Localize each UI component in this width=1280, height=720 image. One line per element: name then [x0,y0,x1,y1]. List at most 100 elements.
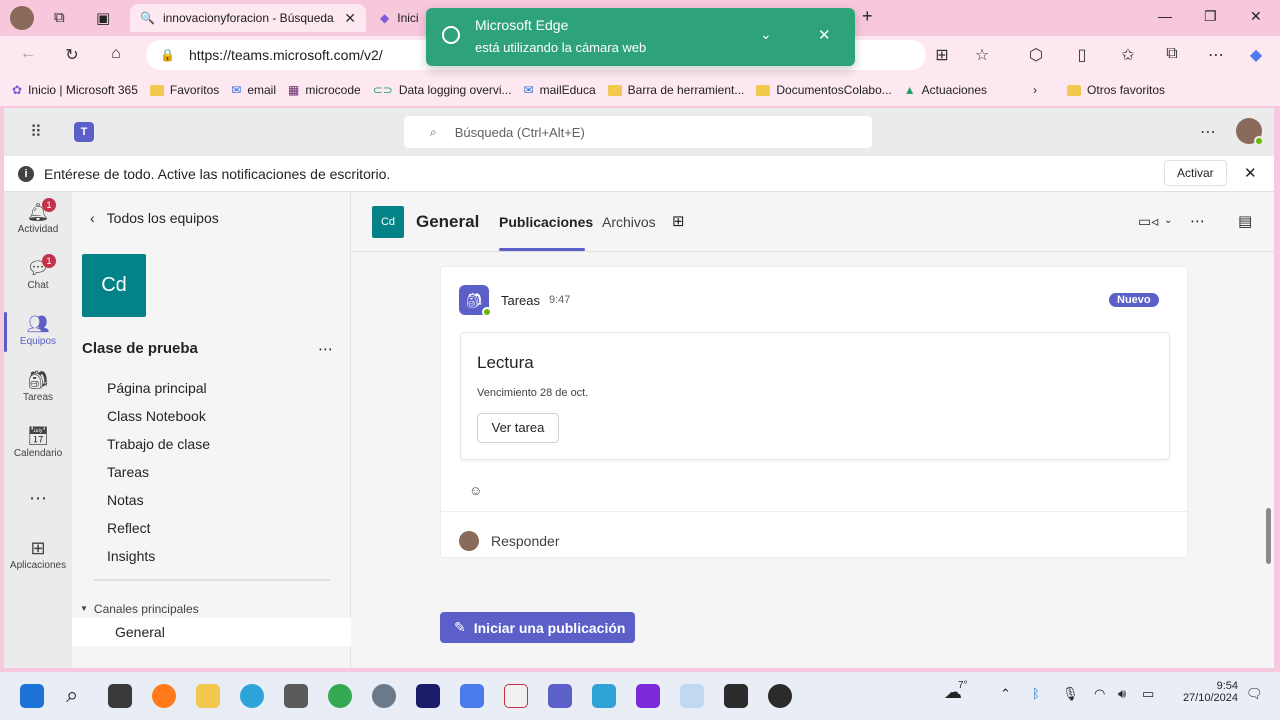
team-item-notas[interactable]: Notas [107,492,144,508]
team-avatar[interactable]: Cd [82,254,146,317]
notifications-icon[interactable]: 🗨︎ [1246,686,1263,702]
workspaces-icon[interactable]: ⧉ [54,9,65,26]
ghost-app-icon[interactable] [680,684,704,708]
favorites-icon[interactable]: ✩ [1118,45,1138,65]
teams-icon[interactable] [548,684,572,708]
close-icon[interactable]: ✕ [818,26,831,44]
chevron-down-icon[interactable]: ⌄ [760,26,772,43]
battery-icon[interactable]: ▭ [1142,686,1154,702]
start-post-button[interactable]: ✎ Iniciar una publicación [440,612,635,643]
app-available-icon[interactable]: ⊞ [932,45,952,65]
bookmark-data-logging[interactable]: ⊂⊃ Data logging overvi... [373,83,512,97]
chevron-right-icon[interactable]: › [1033,83,1037,97]
document-icon[interactable] [504,684,528,708]
chevron-down-icon[interactable]: ⌄ [1164,215,1172,226]
team-item-reflect[interactable]: Reflect [107,520,151,536]
microphone-icon[interactable]: 🎙︎ [1062,686,1079,702]
active-tab-underline [499,248,585,251]
bookmark-microcode[interactable]: ▦ microcode [288,83,361,97]
rail-actividad[interactable]: 🔔︎ 1 Actividad [4,198,72,235]
team-more-icon[interactable]: ⋯ [318,340,333,358]
firefox-icon[interactable] [152,684,176,708]
bookmark-documentos[interactable]: DocumentosColabo... [756,83,892,97]
channel-info-icon[interactable]: ▤ [1238,212,1252,230]
power-automate-icon[interactable] [460,684,484,708]
app-launcher-icon[interactable]: ⠿ [30,122,42,142]
rail-tareas[interactable]: 🎒︎ Tareas [4,370,72,403]
close-window-icon[interactable]: ✕ [1250,8,1262,25]
tab-actions-icon[interactable]: ▣ [96,9,110,27]
add-tab-icon[interactable]: ⊞ [672,212,685,230]
collections-icon[interactable]: ⧉ [1162,45,1182,63]
audition-icon[interactable] [416,684,440,708]
sticky-app-icon[interactable] [724,684,748,708]
search-input[interactable]: ⌕ Búsqueda (Ctrl+Alt+E) [404,116,872,148]
rail-calendario[interactable]: 📅︎ Calendario [4,426,72,459]
tab-publicaciones[interactable]: Publicaciones [499,214,593,230]
more-apps-icon[interactable]: ⋯ [4,488,72,509]
bookmark-barra[interactable]: Barra de herramient... [607,83,744,97]
bookmark-email[interactable]: ✉ email [231,83,276,97]
bookmark-m365[interactable]: ✿ Inicio | Microsoft 365 [12,83,138,97]
tab-search[interactable]: 🔍 innovacionyforacion - Búsqueda ✕ [130,4,366,32]
team-item-tareas[interactable]: Tareas [107,464,149,480]
team-item-trabajo-de-clase[interactable]: Trabajo de clase [107,436,210,452]
home-icon[interactable]: ⌂ [106,45,126,63]
minimize-icon[interactable]: — [1158,8,1172,24]
wifi-icon[interactable]: ◠ [1094,686,1105,702]
add-reaction-icon[interactable]: ☺ [469,483,482,498]
team-item-class-notebook[interactable]: Class Notebook [107,408,206,424]
more-options-icon[interactable]: ⋯ [1200,122,1216,142]
search-icon[interactable]: ⌕ [66,682,78,708]
bookmark-favoritos[interactable]: Favoritos [149,83,219,97]
bluetooth-icon[interactable]: ᛒ [1032,686,1040,701]
profile-avatar[interactable] [10,6,34,30]
onenote-icon[interactable] [636,684,660,708]
team-item-pagina-principal[interactable]: Página principal [107,380,207,396]
clock[interactable]: 9:54 27/10/2024 [1174,680,1238,704]
channel-more-icon[interactable]: ⋯ [1190,212,1205,230]
windows-start-icon[interactable] [20,684,44,708]
bookmark-maileduca[interactable]: ✉ mailEduca [524,83,596,97]
chrome-icon[interactable] [328,684,352,708]
team-item-insights[interactable]: Insights [107,548,155,564]
channels-header[interactable]: ▼ Canales principales [80,602,199,616]
task-view-icon[interactable] [108,684,132,708]
close-icon[interactable]: ✕ [1244,164,1257,182]
close-icon[interactable]: ✕ [344,10,356,27]
refresh-icon[interactable]: ↻ [62,45,82,65]
back-icon[interactable]: ← [18,45,38,63]
video-call-icon[interactable]: ▭◃ [1138,213,1158,230]
rail-equipos[interactable]: 👥︎ Equipos [4,314,72,347]
folder-icon [1067,84,1082,96]
tab-archivos[interactable]: Archivos [602,214,656,230]
split-screen-icon[interactable]: ▯ [1072,45,1092,65]
chevron-up-icon[interactable]: ⌃ [1000,686,1011,702]
reply-button[interactable]: Responder [491,533,560,549]
restore-icon[interactable]: ❐ [1204,8,1217,25]
settings-more-icon[interactable]: ⋯ [1206,45,1226,65]
camera-toast: Microsoft Edge está utilizando la cámara… [426,8,855,66]
bookmark-otros[interactable]: Otros favoritos [1067,83,1165,97]
scrollbar-thumb[interactable] [1266,508,1271,564]
volume-icon[interactable]: 🔊︎ [1118,686,1126,702]
channel-general[interactable]: General [72,618,351,646]
rail-aplicaciones[interactable]: ⊞ Aplicaciones [4,538,72,571]
gimp-icon[interactable] [284,684,308,708]
view-assignment-button[interactable]: Ver tarea [477,413,559,443]
edu-icon[interactable] [592,684,616,708]
extensions-icon[interactable]: ⬡ [1026,45,1046,65]
obs-icon[interactable] [768,684,792,708]
post-author[interactable]: Tareas [501,293,540,308]
file-explorer-icon[interactable] [196,684,220,708]
favorite-star-icon[interactable]: ☆ [972,45,992,65]
back-to-teams-link[interactable]: ‹ Todos los equipos [90,210,219,226]
tab-copilot[interactable]: ◆ Inici [370,4,430,32]
copilot-icon[interactable]: ◆ [1246,45,1266,65]
bookmark-actuaciones[interactable]: ▲ Actuaciones [904,83,987,97]
edge-icon[interactable] [240,684,264,708]
settings-icon[interactable] [372,684,396,708]
activate-notifications-button[interactable]: Activar [1164,160,1227,186]
new-tab-icon[interactable]: + [862,6,873,27]
rail-chat[interactable]: 💬︎ 1 Chat [4,254,72,291]
